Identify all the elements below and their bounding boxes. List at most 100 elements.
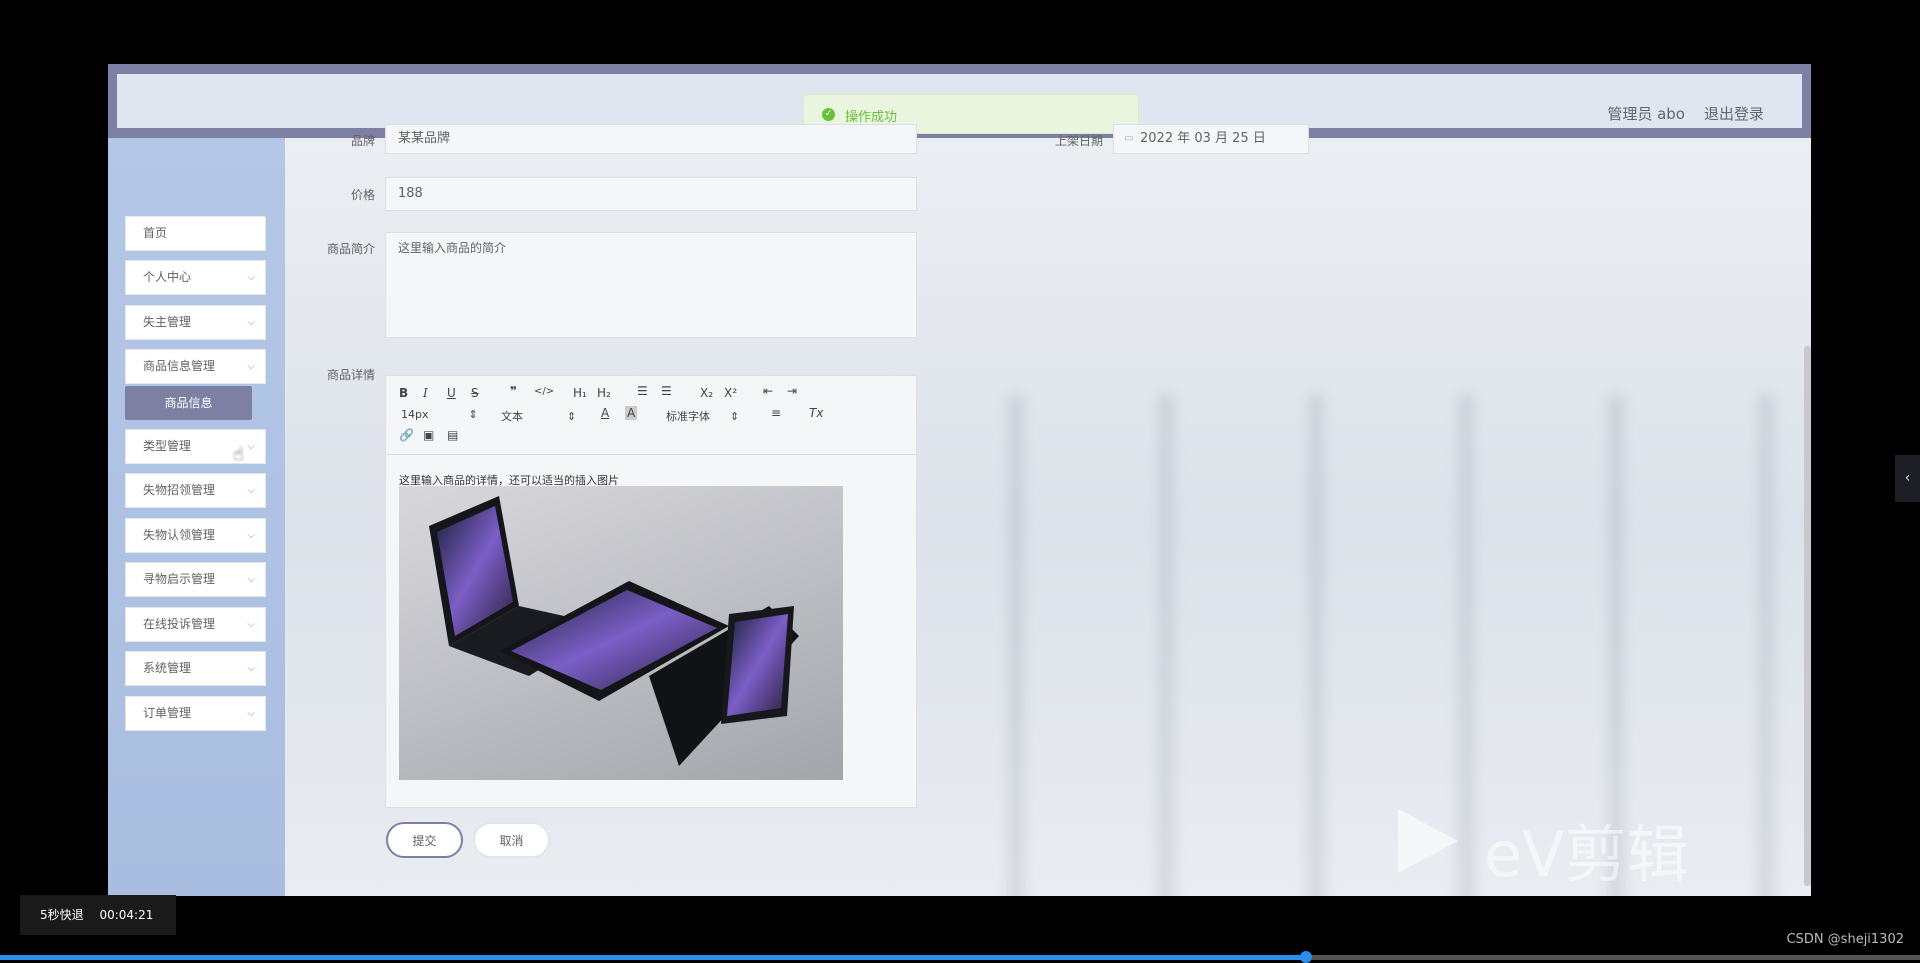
paragraph-value: 文本 bbox=[501, 410, 523, 423]
paragraph-select[interactable]: 文本 ⇕ bbox=[501, 408, 576, 424]
sidebar-item-complaints[interactable]: 在线投诉管理 ⌵ bbox=[125, 607, 266, 642]
font-color-icon[interactable]: A bbox=[601, 406, 609, 420]
brand-input[interactable]: 某某品牌 bbox=[385, 124, 917, 154]
sidebar-item-label: 订单管理 bbox=[143, 706, 192, 720]
sidebar-item-orders[interactable]: 订单管理 ⌵ bbox=[125, 696, 266, 731]
chevron-down-icon: ⌵ bbox=[247, 530, 255, 541]
outdent-icon[interactable]: ⇤ bbox=[763, 384, 773, 398]
sidebar-item-home[interactable]: 首页 bbox=[125, 216, 266, 251]
sidebar-item-label: 失物招领管理 bbox=[143, 483, 216, 497]
sidebar-item-label: 商品信息管理 bbox=[143, 359, 216, 373]
select-arrows-icon: ⇕ bbox=[567, 410, 577, 423]
intro-textarea[interactable]: 这里输入商品的简介 bbox=[385, 232, 917, 338]
chevron-down-icon: ⌵ bbox=[247, 441, 255, 452]
chevron-down-icon: ⌵ bbox=[247, 663, 255, 674]
chevron-down-icon: ⌵ bbox=[247, 485, 255, 496]
sidebar-item-label: 寻物启示管理 bbox=[143, 572, 216, 586]
progress-knob[interactable] bbox=[1299, 951, 1312, 963]
ordered-list-icon[interactable]: ☰ bbox=[637, 384, 648, 398]
video-progress-bar[interactable] bbox=[0, 951, 1920, 963]
detail-label: 商品详情 bbox=[326, 368, 375, 382]
bullet-list-icon[interactable]: ☰ bbox=[661, 384, 672, 398]
watermark-play-icon bbox=[1398, 809, 1458, 873]
hand-pointer-icon: ☝ bbox=[233, 444, 244, 465]
date-value: 2022 年 03 月 25 日 bbox=[1140, 131, 1266, 146]
sidebar-item-label: 首页 bbox=[143, 226, 168, 240]
sidebar-item-owner-management[interactable]: 失主管理 ⌵ bbox=[125, 305, 266, 340]
chevron-down-icon: ⌵ bbox=[247, 619, 255, 630]
chevron-left-icon[interactable]: ‹ bbox=[1895, 455, 1920, 502]
header-bar: ✓ 操作成功 管理员 abo 退出登录 bbox=[108, 64, 1811, 138]
sidebar-item-personal-center[interactable]: 个人中心 ⌵ bbox=[125, 260, 266, 295]
submenu-item-goods-info[interactable]: 商品信息 bbox=[125, 386, 252, 420]
heading2-icon[interactable]: H₂ bbox=[597, 386, 611, 400]
rich-text-editor: B I U S ❞ </> H₁ H₂ ☰ ☰ X₂ X² ⇤ ⇥ 14px ⇕ … bbox=[385, 375, 917, 808]
font-size-value: 14px bbox=[401, 408, 429, 421]
logout-link[interactable]: 退出登录 bbox=[1704, 103, 1764, 124]
video-icon[interactable]: ▤ bbox=[447, 428, 458, 442]
progress-fill bbox=[0, 955, 1306, 960]
subscript-icon[interactable]: X₂ bbox=[700, 386, 713, 400]
product-image bbox=[399, 486, 843, 780]
sidebar-item-system[interactable]: 系统管理 ⌵ bbox=[125, 651, 266, 686]
credit-watermark: CSDN @sheji1302 bbox=[1786, 932, 1904, 947]
sidebar-item-label: 类型管理 bbox=[143, 439, 192, 453]
chevron-down-icon: ⌵ bbox=[247, 361, 255, 372]
foldable-phones-illustration bbox=[429, 496, 799, 766]
heading1-icon[interactable]: H₁ bbox=[573, 386, 587, 400]
page-scrollbar[interactable] bbox=[1804, 346, 1811, 886]
price-input[interactable]: 188 bbox=[385, 177, 917, 211]
background-color-icon[interactable]: A bbox=[625, 406, 638, 420]
player-timestamp: 00:04:21 bbox=[99, 908, 154, 922]
select-arrows-icon: ⇕ bbox=[730, 410, 740, 423]
fast-back-label[interactable]: 5秒快退 bbox=[40, 908, 84, 922]
toast-message: 操作成功 bbox=[845, 110, 898, 125]
watermark-text: eV剪辑 bbox=[1484, 818, 1689, 891]
sidebar-item-type-management[interactable]: 类型管理 ⌵ bbox=[125, 429, 266, 464]
sidebar-item-goods-management[interactable]: 商品信息管理 ⌵ bbox=[125, 349, 266, 384]
blockquote-icon[interactable]: ❞ bbox=[510, 384, 517, 398]
sidebar-item-label: 失主管理 bbox=[143, 315, 192, 329]
sidebar-item-lost-claim[interactable]: 失物认领管理 ⌵ bbox=[125, 518, 266, 553]
sidebar-item-lost-found[interactable]: 失物招领管理 ⌵ bbox=[125, 473, 266, 508]
editor-toolbar: B I U S ❞ </> H₁ H₂ ☰ ☰ X₂ X² ⇤ ⇥ 14px ⇕ … bbox=[386, 376, 916, 455]
clear-format-icon[interactable]: Tx bbox=[809, 406, 823, 420]
brand-label: 品牌 bbox=[350, 134, 375, 148]
price-label: 价格 bbox=[350, 188, 375, 202]
link-icon[interactable]: 🔗 bbox=[399, 428, 414, 442]
indent-icon[interactable]: ⇥ bbox=[787, 384, 797, 398]
header-inner: ✓ 操作成功 管理员 abo 退出登录 bbox=[117, 74, 1802, 134]
code-icon[interactable]: </> bbox=[534, 386, 554, 397]
sidebar-item-label: 失物认领管理 bbox=[143, 528, 216, 542]
italic-icon[interactable]: I bbox=[423, 386, 428, 400]
sidebar: 首页 个人中心 ⌵ 失主管理 ⌵ 商品信息管理 ⌵ 商品信息 类型管理 ⌵ 失物招领管理… bbox=[108, 138, 285, 896]
bold-icon[interactable]: B bbox=[399, 386, 408, 400]
underline-icon[interactable]: U bbox=[447, 386, 456, 400]
font-family-select[interactable]: 标准字体 ⇕ bbox=[666, 408, 739, 424]
intro-label: 商品简介 bbox=[326, 242, 375, 256]
app-window: ✓ 操作成功 管理员 abo 退出登录 首页 个人中心 ⌵ 失主管理 ⌵ 商品信息管… bbox=[108, 64, 1811, 896]
admin-username: 管理员 abo bbox=[1607, 105, 1685, 123]
sidebar-item-label: 个人中心 bbox=[143, 270, 192, 284]
chevron-down-icon: ⌵ bbox=[247, 272, 255, 283]
date-input[interactable]: ▭ 2022 年 03 月 25 日 bbox=[1113, 124, 1309, 154]
sidebar-item-search-notice[interactable]: 寻物启示管理 ⌵ bbox=[125, 562, 266, 597]
image-icon[interactable]: ▣ bbox=[423, 428, 434, 442]
success-check-icon: ✓ bbox=[822, 108, 835, 121]
font-size-select[interactable]: 14px ⇕ bbox=[401, 408, 478, 421]
select-arrows-icon: ⇕ bbox=[468, 408, 478, 421]
align-icon[interactable]: ≡ bbox=[771, 406, 781, 420]
chevron-down-icon: ⌵ bbox=[247, 317, 255, 328]
date-label: 上架日期 bbox=[1054, 134, 1103, 148]
calendar-icon: ▭ bbox=[1124, 133, 1134, 144]
strikethrough-icon[interactable]: S bbox=[471, 386, 479, 400]
font-family-value: 标准字体 bbox=[666, 410, 710, 423]
submit-button[interactable]: 提交 bbox=[386, 822, 463, 858]
chevron-down-icon: ⌵ bbox=[247, 708, 255, 719]
cancel-button[interactable]: 取消 bbox=[473, 822, 550, 858]
player-status: 5秒快退 00:04:21 bbox=[20, 895, 176, 935]
chevron-down-icon: ⌵ bbox=[247, 574, 255, 585]
sidebar-item-label: 系统管理 bbox=[143, 661, 192, 675]
sidebar-item-label: 在线投诉管理 bbox=[143, 617, 216, 631]
superscript-icon[interactable]: X² bbox=[724, 386, 737, 400]
